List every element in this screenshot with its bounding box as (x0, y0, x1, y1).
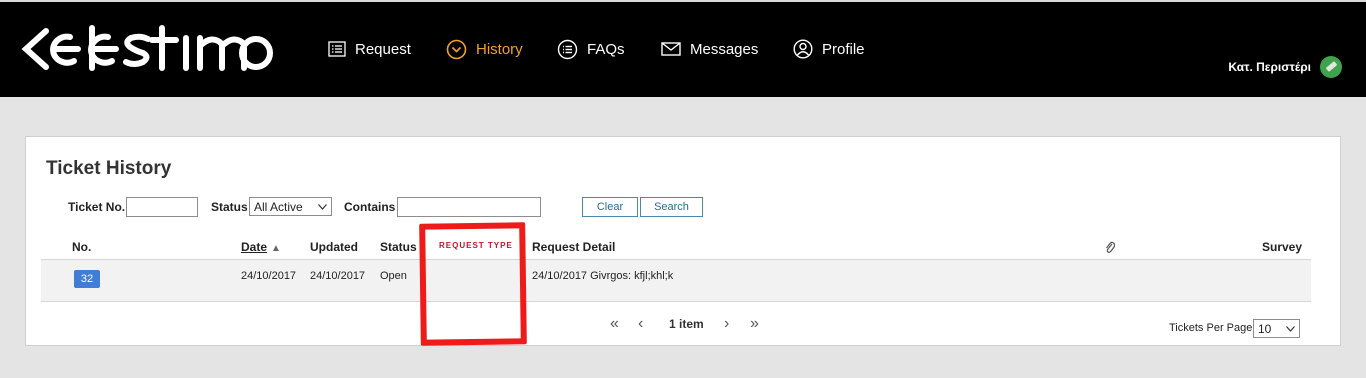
nav-messages[interactable]: Messages (661, 37, 758, 61)
nav-profile[interactable]: Profile (793, 37, 865, 61)
top-edge (0, 0, 1366, 2)
date-sort-label: Date (241, 240, 268, 254)
last-page-button[interactable]: » (750, 315, 759, 333)
col-header-date[interactable]: Date ▲ (241, 240, 281, 254)
status-label: Status (211, 200, 248, 214)
ticket-number-badge[interactable]: 32 (74, 270, 100, 288)
row-date: 24/10/2017 (241, 270, 297, 282)
col-header-no: No. (72, 240, 92, 254)
row-updated: 24/10/2017 (310, 270, 366, 282)
tickets-per-page-select[interactable]: 10 (1253, 319, 1300, 338)
user-name: Κατ. Περιστέρι (1228, 60, 1311, 74)
top-bar: Request History FAQs Messages Profile Κα… (0, 0, 1366, 97)
user-menu[interactable]: Κατ. Περιστέρι (1228, 56, 1342, 78)
table-row[interactable]: 32 24/10/2017 24/10/2017 Open 24/10/2017… (41, 260, 1311, 301)
contains-label: Contains (344, 200, 396, 214)
nav-request-label: Request (355, 40, 411, 58)
status-select-value: All Active (254, 199, 303, 214)
next-page-button[interactable]: › (724, 315, 729, 333)
nav-messages-label: Messages (690, 40, 759, 58)
nav-faqs[interactable]: FAQs (557, 37, 625, 61)
clear-button[interactable]: Clear (582, 197, 638, 217)
row-status: Open (380, 270, 407, 282)
paperclip-icon (1106, 241, 1115, 253)
nav-history-label: History (476, 40, 523, 58)
row-divider (41, 301, 1311, 302)
page-title: Ticket History (46, 158, 172, 179)
sort-ascending-icon: ▲ (271, 243, 281, 254)
search-button[interactable]: Search (640, 197, 703, 217)
ticket-no-input[interactable] (126, 197, 198, 217)
col-header-request-detail: Request Detail (532, 240, 616, 254)
chevron-circle-icon (446, 39, 467, 59)
col-header-request-type: REQUEST TYPE (439, 241, 513, 250)
list-icon (328, 41, 346, 57)
col-header-updated: Updated (310, 240, 358, 254)
row-request-detail[interactable]: 24/10/2017 Givrgos: kfjl;khl;k (532, 270, 673, 282)
envelope-icon (661, 42, 681, 56)
nav-faqs-label: FAQs (587, 40, 625, 58)
status-select[interactable]: All Active (249, 197, 332, 216)
prev-page-button[interactable]: ‹ (638, 315, 643, 333)
per-page-value: 10 (1258, 321, 1272, 336)
first-page-button[interactable]: « (610, 315, 619, 333)
nav-profile-label: Profile (822, 40, 865, 58)
ticket-history-panel: Ticket History Ticket No. Status All Act… (25, 136, 1341, 346)
col-header-survey: Survey (1262, 240, 1303, 254)
list-circle-icon (557, 39, 578, 59)
user-circle-icon (793, 39, 813, 59)
tickets-per-page-label: Tickets Per Page (1169, 322, 1253, 334)
chevron-down-icon (318, 203, 327, 210)
nav-request[interactable]: Request (328, 37, 411, 61)
chevron-down-icon (1286, 325, 1295, 332)
contains-input[interactable] (397, 197, 541, 217)
nav-history[interactable]: History (446, 37, 523, 61)
ticket-no-label: Ticket No. (68, 200, 126, 214)
items-count: 1 item (669, 317, 704, 331)
celestino-logo[interactable] (16, 22, 274, 76)
col-header-status: Status (380, 240, 417, 254)
user-status-icon[interactable] (1320, 56, 1342, 78)
